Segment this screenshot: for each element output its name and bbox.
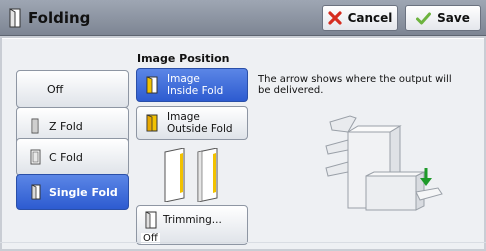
trimming-button[interactable]: Trimming... Off (136, 205, 248, 245)
title-bar: Folding Cancel Save (0, 0, 486, 36)
z-fold-icon (29, 118, 43, 134)
output-description: The arrow shows where the output will be… (258, 74, 452, 96)
fold-option-c-fold[interactable]: C Fold (16, 138, 129, 176)
checkmark-icon (416, 12, 432, 25)
folding-doc-icon (8, 8, 22, 28)
folded-paper-illustration (164, 148, 218, 202)
save-label: Save (437, 11, 470, 25)
c-fold-icon (29, 149, 43, 165)
image-outside-fold-button[interactable]: Image Outside Fold (136, 106, 248, 140)
page-title: Folding (28, 9, 91, 27)
cancel-x-icon (327, 11, 342, 25)
image-inside-fold-icon (145, 76, 161, 94)
fold-option-label: Off (47, 82, 64, 96)
fold-option-off[interactable]: Off (16, 70, 129, 108)
fold-option-label: Z Fold (49, 119, 83, 133)
cancel-button[interactable]: Cancel (322, 5, 398, 31)
fold-option-label: Single Fold (49, 185, 118, 199)
title-group: Folding (8, 7, 90, 29)
inside-line2: Inside Fold (167, 85, 224, 97)
trimming-label: Trimming... (163, 214, 222, 226)
image-inside-fold-button[interactable]: Image Inside Fold (136, 68, 248, 102)
folded-sheet-left (164, 148, 185, 202)
trimming-icon (143, 211, 159, 229)
fold-option-label: C Fold (49, 150, 83, 164)
finisher-output-illustration (325, 115, 443, 211)
inside-line1: Image (167, 73, 200, 85)
cancel-label: Cancel (347, 11, 393, 25)
save-button[interactable]: Save (405, 5, 481, 31)
folded-sheet-right (197, 148, 218, 202)
image-position-title: Image Position (137, 52, 230, 65)
outside-line1: Image (167, 111, 200, 123)
image-outside-fold-icon (145, 114, 161, 132)
single-fold-icon (29, 184, 43, 200)
fold-option-single-fold[interactable]: Single Fold (16, 174, 129, 210)
outside-line2: Outside Fold (167, 123, 233, 135)
bottom-divider (0, 242, 486, 243)
